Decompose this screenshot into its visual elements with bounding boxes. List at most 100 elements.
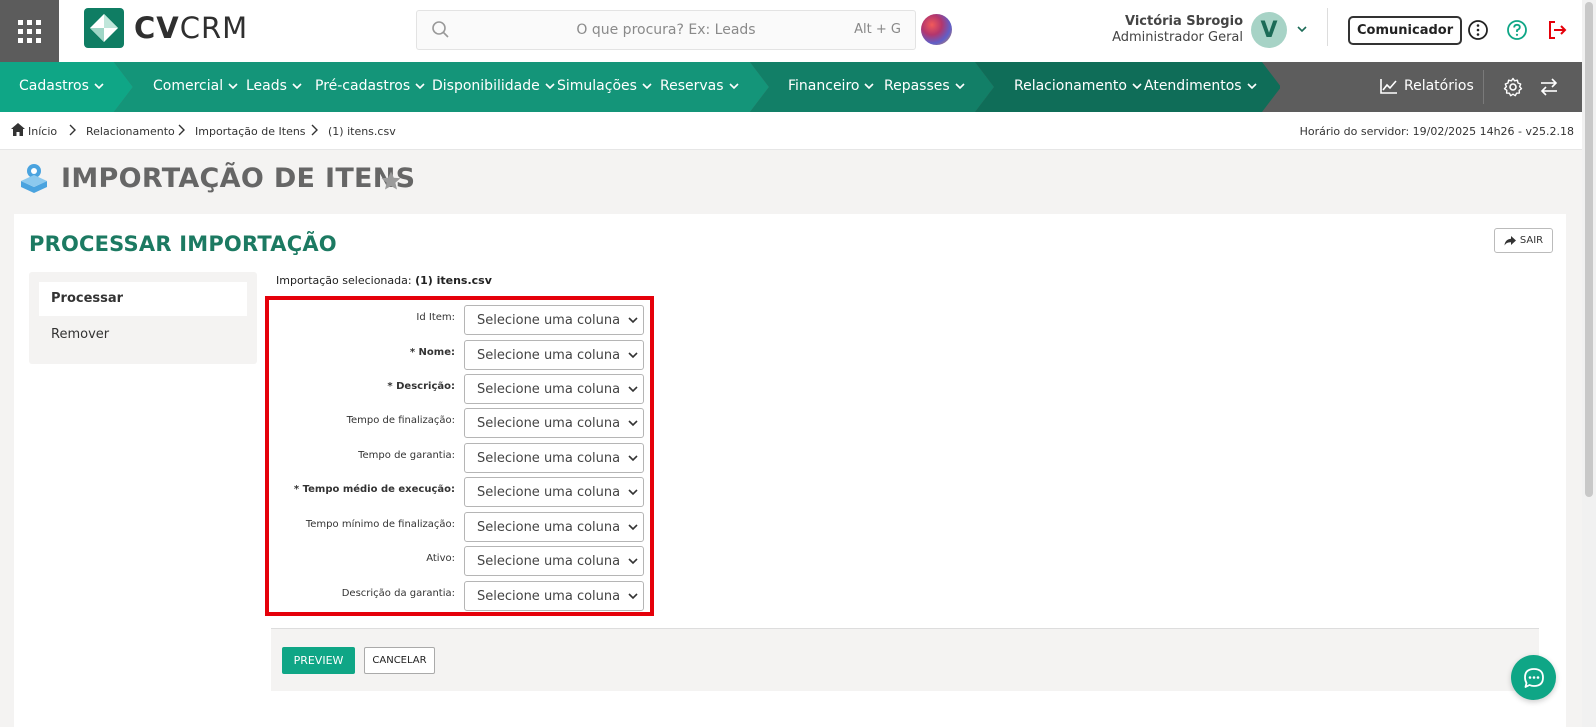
breadcrumb-current: (1) itens.csv [328, 125, 396, 138]
ai-assistant-orb-icon[interactable] [921, 14, 952, 45]
nav-financeiro[interactable]: Financeiro [788, 78, 875, 94]
select-tempo-finalizacao[interactable]: Selecione uma coluna [464, 408, 644, 438]
cvcrm-logo[interactable]: CVCRM [84, 8, 248, 48]
card-title: PROCESSAR IMPORTAÇÃO [29, 232, 337, 256]
global-search[interactable]: Alt + G [416, 10, 916, 50]
nav-repasses[interactable]: Repasses [884, 78, 965, 94]
form-row-tempo-minimo-finalizacao: Tempo mínimo de finalização: Selecione u… [269, 510, 650, 542]
chevron-down-icon [94, 83, 104, 90]
import-card: PROCESSAR IMPORTAÇÃO SAIR Processar Remo… [14, 214, 1566, 727]
main-nav: Cadastros Comercial Leads Pré-cadastros … [0, 62, 1582, 112]
select-tempo-minimo-finalizacao[interactable]: Selecione uma coluna [464, 512, 644, 542]
nav-relacionamento[interactable]: Relacionamento [1014, 78, 1142, 94]
cancel-button[interactable]: CANCELAR [364, 647, 435, 674]
selected-file-name: (1) itens.csv [415, 274, 492, 287]
home-icon[interactable] [11, 123, 25, 136]
preview-button[interactable]: PREVIEW [282, 647, 355, 674]
side-menu: Processar Remover [29, 272, 257, 364]
form-row-nome: * Nome: Selecione uma coluna [269, 338, 650, 370]
chevron-down-icon [415, 83, 425, 90]
chevron-right-icon [311, 124, 318, 136]
select-tempo-medio-execucao[interactable]: Selecione uma coluna [464, 477, 644, 507]
form-row-tempo-garantia: Tempo de garantia: Selecione uma coluna [269, 441, 650, 473]
select-nome[interactable]: Selecione uma coluna [464, 340, 644, 370]
scrollbar-thumb[interactable] [1585, 2, 1593, 497]
divider [1483, 70, 1484, 104]
search-shortcut-hint: Alt + G [854, 22, 901, 37]
chevron-right-icon [178, 124, 185, 136]
server-time: Horário do servidor: 19/02/2025 14h26 - … [1299, 125, 1574, 138]
gear-icon[interactable] [1503, 77, 1523, 97]
selected-import-info: Importação selecionada: (1) itens.csv [276, 274, 492, 287]
form-row-descricao: * Descrição: Selecione uma coluna [269, 372, 650, 404]
select-id-item[interactable]: Selecione uma coluna [464, 305, 644, 335]
select-ativo[interactable]: Selecione uma coluna [464, 546, 644, 576]
more-options-icon[interactable] [1467, 19, 1489, 41]
switch-arrows-icon[interactable] [1539, 77, 1559, 97]
select-descricao[interactable]: Selecione uma coluna [464, 374, 644, 404]
apps-menu-button[interactable] [0, 0, 59, 62]
breadcrumb: Início Relacionamento Importação de Iten… [0, 112, 1582, 150]
chevron-down-icon [864, 83, 875, 90]
favorite-star-icon[interactable] [380, 170, 402, 192]
nav-simulacoes[interactable]: Simulações [557, 78, 652, 94]
logout-icon[interactable] [1546, 19, 1568, 41]
side-item-processar[interactable]: Processar [39, 282, 247, 316]
grid-icon [18, 19, 41, 43]
chevron-right-icon [69, 124, 76, 136]
form-row-descricao-garantia: Descrição da garantia: Selecione uma col… [269, 579, 650, 611]
nav-leads[interactable]: Leads [246, 78, 302, 94]
chat-bubble-icon [1523, 667, 1544, 688]
top-header: CVCRM Alt + G Victória Sbrogio Administr… [0, 0, 1582, 62]
select-descricao-garantia[interactable]: Selecione uma coluna [464, 581, 644, 611]
breadcrumb-inicio[interactable]: Início [28, 125, 57, 138]
nav-cadastros[interactable]: Cadastros [19, 78, 104, 94]
nav-reservas[interactable]: Reservas [660, 78, 739, 94]
chat-button[interactable] [1511, 655, 1556, 700]
page-scrollbar[interactable] [1582, 0, 1596, 727]
avatar[interactable]: V [1251, 12, 1287, 48]
chart-line-icon [1380, 79, 1397, 94]
search-input[interactable] [417, 11, 915, 49]
field-label-tempo-finalizacao: Tempo de finalização: [346, 415, 455, 426]
chevron-down-icon [1132, 83, 1142, 90]
field-label-descricao-garantia: Descrição da garantia: [341, 588, 455, 599]
exit-button[interactable]: SAIR [1494, 228, 1553, 253]
chevron-down-icon [228, 83, 238, 90]
communicator-button[interactable]: Comunicador [1348, 16, 1463, 45]
chevron-down-icon [1246, 83, 1257, 90]
share-arrow-icon [1504, 235, 1516, 245]
search-icon [432, 21, 449, 38]
select-tempo-garantia[interactable]: Selecione uma coluna [464, 443, 644, 473]
user-info[interactable]: Victória Sbrogio Administrador Geral [1100, 14, 1243, 45]
user-role: Administrador Geral [1112, 30, 1243, 45]
form-row-tempo-finalizacao: Tempo de finalização: Selecione uma colu… [269, 406, 650, 438]
form-row-id-item: Id Item: Selecione uma coluna [269, 303, 650, 335]
breadcrumb-relacionamento[interactable]: Relacionamento [86, 125, 175, 138]
logo-mark-icon [84, 8, 124, 48]
nav-relatorios[interactable]: Relatórios [1380, 78, 1474, 94]
field-label-tempo-medio-execucao: * Tempo médio de execução: [293, 484, 455, 495]
divider [1327, 8, 1328, 46]
field-label-descricao: * Descrição: [387, 381, 455, 392]
help-icon[interactable] [1506, 19, 1528, 41]
field-label-nome: * Nome: [409, 347, 455, 358]
chevron-down-icon [545, 83, 555, 90]
nav-atendimentos[interactable]: Atendimentos [1144, 78, 1257, 94]
user-name: Victória Sbrogio [1124, 14, 1243, 29]
field-label-id-item: Id Item: [416, 312, 455, 323]
logo-text: CVCRM [134, 11, 249, 45]
nav-comercial[interactable]: Comercial [153, 78, 238, 94]
field-label-tempo-minimo-finalizacao: Tempo mínimo de finalização: [305, 519, 455, 530]
nav-pre-cadastros[interactable]: Pré-cadastros [315, 78, 425, 94]
breadcrumb-importacao-itens[interactable]: Importação de Itens [195, 125, 306, 138]
form-row-tempo-medio-execucao: * Tempo médio de execução: Selecione uma… [269, 475, 650, 507]
form-row-ativo: Ativo: Selecione uma coluna [269, 544, 650, 576]
import-page-icon [21, 164, 47, 193]
side-item-remover[interactable]: Remover [39, 318, 247, 352]
column-mapping-form: Id Item: Selecione uma coluna * Nome: Se… [265, 296, 654, 616]
nav-disponibilidade[interactable]: Disponibilidade [432, 78, 555, 94]
chevron-down-icon [292, 83, 302, 90]
chevron-down-icon [642, 83, 652, 90]
chevron-down-icon[interactable] [1295, 22, 1309, 36]
